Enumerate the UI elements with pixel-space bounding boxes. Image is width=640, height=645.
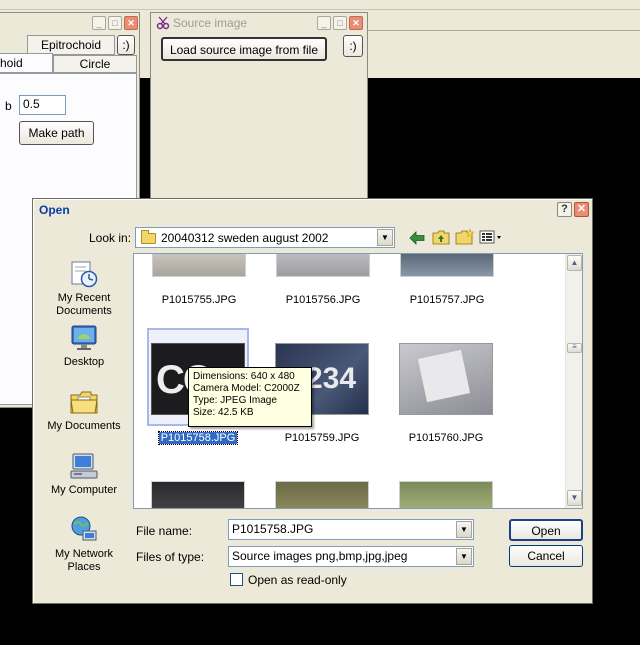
source-image-window: Source image _ □ ✕ Load source image fro… — [150, 12, 368, 202]
file-name-input[interactable]: P1015758.JPG ▼ — [228, 519, 474, 540]
tooltip-camera-model: Camera Model: C2000Z — [193, 383, 300, 394]
up-folder-icon[interactable] — [432, 229, 450, 245]
desktop-icon — [71, 325, 97, 350]
place-my-network-places[interactable]: My Network Places — [41, 515, 127, 574]
place-label: My Network Places — [54, 548, 114, 573]
source-image-panel — [151, 69, 367, 201]
chevron-down-icon[interactable]: ▼ — [377, 229, 393, 246]
path-tool-titlebar[interactable]: _ □ ✕ — [0, 13, 139, 33]
source-image-title: Source image — [173, 16, 248, 30]
cancel-button[interactable]: Cancel — [509, 545, 583, 567]
file-name[interactable]: P1015757.JPG — [382, 294, 512, 306]
my-network-places-icon — [71, 516, 97, 541]
files-of-type-label: Files of type: — [136, 550, 205, 564]
place-my-computer[interactable]: My Computer — [41, 451, 127, 497]
help-icon[interactable]: ? — [557, 202, 572, 217]
file-thumbnail[interactable] — [151, 481, 245, 508]
minimize-icon[interactable]: _ — [317, 16, 331, 30]
new-folder-icon[interactable] — [455, 228, 475, 245]
scroll-down-icon[interactable]: ▼ — [567, 490, 582, 506]
recent-documents-icon — [71, 261, 98, 288]
minimize-icon[interactable]: _ — [92, 16, 106, 30]
open-dialog: Open ? ✕ Look in: 20040312 sweden august… — [32, 198, 593, 604]
maximize-icon[interactable]: □ — [333, 16, 347, 30]
thumb-detail — [417, 349, 471, 403]
chevron-down-icon[interactable]: ▼ — [456, 521, 472, 538]
my-documents-icon — [70, 391, 98, 414]
look-in-label: Look in: — [89, 231, 132, 245]
place-label: My Computer — [50, 484, 118, 496]
file-name-selected[interactable]: P1015758.JPG — [134, 431, 263, 445]
close-icon[interactable]: ✕ — [574, 202, 589, 217]
close-icon[interactable]: ✕ — [349, 16, 363, 30]
my-computer-icon — [70, 453, 98, 479]
place-label: My Documents — [47, 420, 121, 432]
file-info-tooltip: Dimensions: 640 x 480 Camera Model: C200… — [188, 367, 312, 427]
source-image-titlebar[interactable]: Source image _ □ ✕ — [151, 13, 367, 33]
make-path-button[interactable]: Make path — [19, 121, 94, 145]
place-my-documents[interactable]: My Documents — [41, 387, 127, 433]
param-b-label: b — [5, 99, 12, 113]
maximize-icon[interactable]: □ — [108, 16, 122, 30]
open-dialog-titlebar[interactable]: Open ? ✕ — [34, 200, 591, 220]
open-dialog-title: Open — [39, 203, 70, 217]
file-thumbnail[interactable] — [399, 343, 493, 415]
app-top-strip — [0, 0, 640, 10]
tooltip-size: Size: 42.5 KB — [193, 407, 254, 418]
place-label: Desktop — [63, 356, 105, 368]
tab-circle[interactable]: Circle — [53, 55, 137, 73]
place-recent-documents[interactable]: My Recent Documents — [41, 259, 127, 318]
back-arrow-icon[interactable] — [409, 231, 425, 245]
file-thumbnail[interactable] — [276, 254, 370, 277]
scroll-thumb[interactable]: ≡ — [567, 343, 582, 353]
files-of-type-value: Source images png,bmp,jpg,jpeg — [232, 549, 408, 563]
place-label: My Recent Documents — [56, 292, 112, 317]
view-menu-icon[interactable] — [479, 230, 503, 244]
file-name[interactable]: P1015755.JPG — [134, 294, 264, 306]
file-thumbnail[interactable] — [400, 254, 494, 277]
file-name[interactable]: P1015760.JPG — [381, 432, 511, 444]
scissors-icon — [156, 16, 170, 30]
chevron-down-icon[interactable]: ▼ — [456, 548, 472, 565]
app-divider — [368, 30, 640, 31]
load-source-image-button[interactable]: Load source image from file — [161, 37, 327, 61]
smiley-button[interactable]: :) — [343, 35, 363, 57]
file-thumbnail[interactable] — [399, 481, 493, 508]
look-in-dropdown[interactable]: 20040312 sweden august 2002 ▼ — [135, 227, 395, 248]
tab-hypotrochoid[interactable]: hoid — [0, 53, 53, 73]
scroll-up-icon[interactable]: ▲ — [567, 255, 582, 271]
smiley-button[interactable]: :) — [117, 35, 135, 55]
folder-icon — [141, 230, 156, 244]
thumbnail-caption: 234 — [306, 362, 357, 395]
param-b-input[interactable]: 0.5 — [19, 95, 66, 115]
close-icon[interactable]: ✕ — [124, 16, 138, 30]
tooltip-dimensions: Dimensions: 640 x 480 — [193, 371, 295, 382]
look-in-value: 20040312 sweden august 2002 — [161, 231, 329, 245]
file-thumbnail[interactable] — [152, 254, 246, 277]
read-only-checkbox[interactable] — [230, 573, 243, 586]
file-name[interactable]: P1015756.JPG — [258, 294, 388, 306]
file-thumbnail[interactable] — [275, 481, 369, 508]
place-desktop[interactable]: Desktop — [41, 323, 127, 369]
vertical-scrollbar[interactable]: ▲ ≡ ▼ — [565, 254, 582, 508]
files-of-type-dropdown[interactable]: Source images png,bmp,jpg,jpeg ▼ — [228, 546, 474, 567]
file-name[interactable]: P1015759.JPG — [257, 432, 387, 444]
file-name-label: File name: — [136, 524, 193, 538]
file-name-value: P1015758.JPG — [232, 522, 314, 536]
tooltip-type: Type: JPEG Image — [193, 395, 277, 406]
open-button[interactable]: Open — [509, 519, 583, 541]
read-only-label[interactable]: Open as read-only — [248, 573, 347, 587]
tab-epitrochoid[interactable]: Epitrochoid — [27, 35, 115, 55]
